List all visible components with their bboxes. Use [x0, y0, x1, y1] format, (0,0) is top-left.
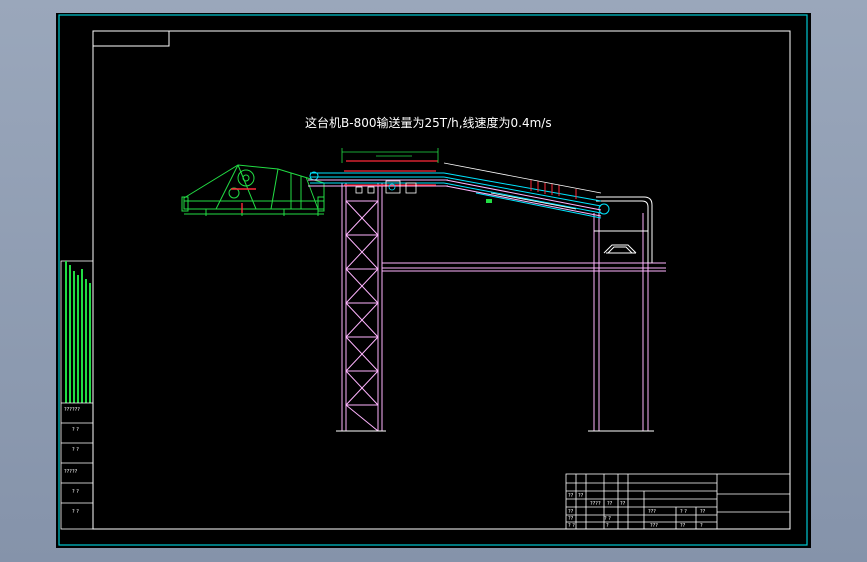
support-tower [341, 183, 383, 432]
title-block-text: ?? ?? ???? ?? ?? ?? ??? ? ? ?? ?? ? ? ? … [568, 493, 706, 529]
tb-cell-16: ? [700, 523, 703, 529]
tb-cell-9: ?? [700, 509, 706, 515]
corner-tag-box [92, 30, 170, 47]
tb-cell-1: ?? [568, 493, 574, 499]
bridge-girder [382, 262, 666, 272]
tb-cell-4: ?? [607, 501, 613, 507]
side-notes-strip: ?????? ? ? ? ? ????? ? ? ? ? [60, 260, 94, 530]
outer-frame [58, 14, 808, 546]
tb-cell-7: ??? [648, 509, 656, 515]
tb-cell-13: ? [606, 523, 609, 529]
vibrating-feeder [181, 164, 325, 216]
side-label-1: ?????? [64, 407, 80, 413]
tb-cell-15: ?? [680, 523, 686, 529]
tb-cell-5: ?? [620, 501, 626, 507]
tb-cell-2: ?? [578, 493, 584, 499]
tb-cell-12: ? ? [568, 523, 575, 529]
tb-cell-6: ?? [568, 509, 574, 515]
side-label-3: ? ? [72, 447, 79, 453]
right-support-columns [593, 213, 649, 431]
tb-cell-10: ?? [568, 516, 574, 522]
tb-cell-3: ???? [590, 501, 601, 507]
tb-cell-11: ? ? [604, 516, 611, 522]
side-label-4: ????? [64, 469, 78, 475]
technical-notes-text [65, 261, 91, 403]
inclined-idlers [530, 180, 577, 199]
drawing-sheet: 这台机B-800输送量为25T/h,线速度为0.4m/s ?????? ? ? … [56, 13, 811, 548]
conveyor-tail-section [309, 171, 444, 184]
incline-note-mark [486, 199, 492, 203]
conveyor-spec-note: 这台机B-800输送量为25T/h,线速度为0.4m/s [305, 115, 552, 130]
inner-frame [92, 30, 791, 530]
side-label-5: ? ? [72, 489, 79, 495]
cad-drawing: 这台机B-800输送量为25T/h,线速度为0.4m/s ?????? ? ? … [58, 14, 808, 546]
side-label-6: ? ? [72, 509, 79, 515]
tb-cell-14: ??? [650, 523, 658, 529]
tb-cell-8: ? ? [680, 509, 687, 515]
side-label-2: ? ? [72, 427, 79, 433]
